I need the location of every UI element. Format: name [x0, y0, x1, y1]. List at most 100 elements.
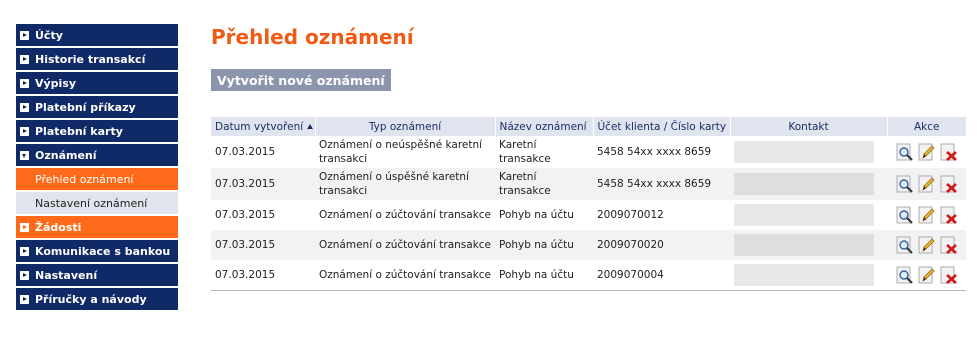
redacted-contact: [734, 204, 874, 226]
sidebar-item-label: Historie transakcí: [35, 52, 146, 66]
cell-date: 07.03.2015: [215, 209, 276, 221]
sidebar-item-label: Platební karty: [35, 124, 123, 138]
cell-account: 5458 54xx xxxx 8659: [597, 146, 712, 158]
cell-type: Oznámení o zúčtování transakce: [315, 260, 495, 291]
cell-actions: [887, 168, 966, 200]
arrow-right-icon: [20, 126, 29, 136]
cell-date: 07.03.2015: [211, 168, 315, 200]
magnifier-icon[interactable]: [896, 142, 914, 162]
column-header-contact[interactable]: Kontakt: [729, 117, 887, 136]
sidebar-item-prirucky-a-navody[interactable]: Příručky a návody: [16, 288, 178, 310]
delete-icon[interactable]: [940, 205, 958, 225]
arrow-right-icon: [20, 270, 29, 280]
sidebar-item-label: Platební příkazy: [35, 100, 136, 114]
arrow-down-icon: [20, 150, 29, 160]
cell-date: 07.03.2015: [211, 230, 315, 260]
sidebar-item-nastaveni[interactable]: Nastavení: [16, 264, 178, 286]
sidebar-subitem-nastaveni-oznameni[interactable]: Nastavení oznámení: [16, 192, 178, 214]
sidebar-item-platebni-prikazy[interactable]: Platební příkazy: [16, 96, 178, 118]
cell-type: Oznámení o zúčtování transakce: [319, 209, 492, 221]
column-header-account[interactable]: Účet klienta / Číslo karty: [592, 117, 730, 136]
create-notification-button[interactable]: Vytvořit nové oznámení: [211, 69, 391, 91]
cell-contact: [730, 260, 887, 291]
sidebar-item-label: Účty: [35, 28, 63, 42]
cell-type: Oznámení o zúčtování transakce: [315, 230, 495, 260]
cell-name: Karetní transakce: [495, 168, 593, 200]
cell-actions: [887, 136, 966, 168]
pencil-icon[interactable]: [918, 174, 936, 194]
pencil-icon[interactable]: [918, 235, 936, 255]
sidebar-item-label: Komunikace s bankou: [35, 244, 171, 258]
sidebar-item-oznameni[interactable]: Oznámení: [16, 144, 178, 166]
delete-icon[interactable]: [940, 235, 958, 255]
cell-name: Pohyb na účtu: [499, 209, 574, 221]
cell-account: 5458 54xx xxxx 8659: [593, 168, 730, 200]
cell-account: 2009070004: [593, 260, 730, 291]
delete-icon[interactable]: [940, 142, 958, 162]
table-header-row: Datum vytvoření Typ oznámení Název oznám…: [211, 117, 966, 136]
page-title: Přehled oznámení: [211, 25, 414, 49]
cell-date: 07.03.2015: [215, 146, 276, 158]
cell-name: Karetní transakce: [499, 139, 551, 165]
arrow-right-icon: [20, 294, 29, 304]
notifications-table-container: Datum vytvoření Typ oznámení Název oznám…: [211, 117, 966, 291]
cell-contact: [730, 136, 887, 168]
arrow-right-icon: [20, 54, 29, 64]
cell-contact: [730, 230, 887, 260]
redacted-contact: [734, 234, 874, 256]
notifications-table: Datum vytvoření Typ oznámení Název oznám…: [211, 117, 966, 291]
column-header-actions: Akce: [886, 117, 966, 136]
sort-ascending-icon: [307, 124, 314, 129]
column-header-date[interactable]: Datum vytvoření: [211, 117, 315, 136]
pencil-icon[interactable]: [918, 265, 936, 285]
cell-actions: [887, 230, 966, 260]
cell-account: 2009070020: [593, 230, 730, 260]
redacted-contact: [734, 173, 874, 195]
cell-type: Oznámení o neúspěšné karetní transakci: [319, 139, 483, 165]
column-header-type[interactable]: Typ oznámení: [314, 117, 495, 136]
table-row: 07.03.2015 Oznámení o zúčtování transakce…: [211, 200, 966, 230]
pencil-icon[interactable]: [918, 205, 936, 225]
sidebar-item-komunikace-s-bankou[interactable]: Komunikace s bankou: [16, 240, 178, 262]
cell-account: 2009070012: [597, 209, 664, 221]
cell-actions: [887, 200, 966, 230]
sidebar-item-ucty[interactable]: Účty: [16, 24, 178, 46]
sidebar-item-zadosti[interactable]: Žádosti: [16, 216, 178, 238]
arrow-right-icon: [20, 246, 29, 256]
delete-icon[interactable]: [940, 174, 958, 194]
cell-date: 07.03.2015: [211, 260, 315, 291]
sidebar-item-label: Nastavení: [35, 268, 98, 282]
sidebar-subitem-prehled-oznameni[interactable]: Přehled oznámení: [16, 168, 178, 190]
pencil-icon[interactable]: [918, 142, 936, 162]
table-row: 07.03.2015 Oznámení o zúčtování transakce…: [211, 260, 966, 291]
arrow-right-icon: [20, 78, 29, 88]
sidebar-item-label: Žádosti: [35, 220, 82, 234]
cell-contact: [730, 200, 887, 230]
table-row: 07.03.2015 Oznámení o neúspěšné karetní t…: [211, 136, 966, 168]
magnifier-icon[interactable]: [896, 174, 914, 194]
magnifier-icon[interactable]: [896, 205, 914, 225]
sidebar-item-vypisy[interactable]: Výpisy: [16, 72, 178, 94]
arrow-right-icon: [20, 102, 29, 112]
sidebar-item-label: Výpisy: [35, 76, 77, 90]
arrow-right-icon: [20, 30, 29, 40]
cell-type: Oznámení o úspěšné karetní transakci: [315, 168, 495, 200]
magnifier-icon[interactable]: [896, 235, 914, 255]
cell-name: Pohyb na účtu: [495, 230, 593, 260]
sidebar-item-platebni-karty[interactable]: Platební karty: [16, 120, 178, 142]
table-row: 07.03.2015 Oznámení o úspěšné karetní tra…: [211, 168, 966, 200]
redacted-contact: [734, 141, 874, 163]
magnifier-icon[interactable]: [896, 265, 914, 285]
sidebar-nav: Účty Historie transakcí Výpisy Platební …: [16, 24, 178, 312]
cell-name: Pohyb na účtu: [495, 260, 593, 291]
sidebar-item-label: Příručky a návody: [35, 292, 147, 306]
cell-contact: [730, 168, 887, 200]
sidebar-item-label: Oznámení: [35, 148, 97, 162]
delete-icon[interactable]: [940, 265, 958, 285]
arrow-right-icon: [20, 222, 29, 232]
sidebar-item-historie-transakci[interactable]: Historie transakcí: [16, 48, 178, 70]
column-header-name[interactable]: Název oznámení: [494, 117, 593, 136]
cell-actions: [887, 260, 966, 291]
table-row: 07.03.2015 Oznámení o zúčtování transakce…: [211, 230, 966, 260]
redacted-contact: [734, 263, 874, 286]
